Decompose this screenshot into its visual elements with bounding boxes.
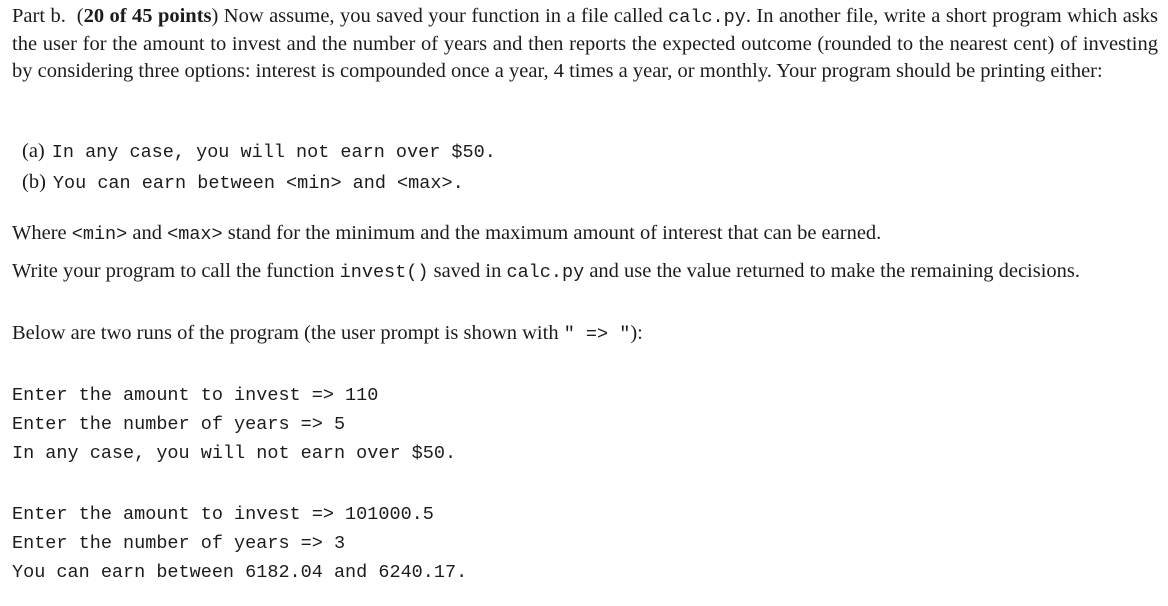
prompt-code: " => ": [563, 324, 631, 345]
where-paragraph: Where <min> and <max> stand for the mini…: [12, 220, 1158, 248]
calc-file-code: calc.py: [668, 7, 746, 28]
option-code: You can earn between <min> and <max>.: [52, 173, 464, 194]
write-text-2: saved in: [428, 260, 507, 282]
where-text-3: stand for the minimum and the maximum am…: [222, 222, 882, 244]
part-label: Part b.: [12, 5, 66, 27]
option-label: (a): [22, 140, 45, 162]
sample-run-1: Enter the amount to invest => 110 Enter …: [12, 381, 456, 468]
min-code: <min>: [71, 224, 128, 245]
write-text-3: and use the value returned to make the r…: [584, 260, 1081, 282]
option-item-b: (b) You can earn between <min> and <max>.: [22, 167, 496, 198]
run-line: Enter the number of years => 5: [12, 414, 346, 435]
option-code: In any case, you will not earn over $50.: [51, 142, 496, 163]
output-options-list: (a) In any case, you will not earn over $…: [22, 136, 496, 198]
run-line: You can earn between 6182.04 and 6240.17…: [12, 562, 468, 583]
write-text-1: Write your program to call the function: [12, 260, 340, 282]
points-open-paren: (: [76, 5, 84, 27]
option-item-a: (a) In any case, you will not earn over $…: [22, 136, 496, 167]
where-text-2: and: [127, 222, 168, 244]
below-text-2: ):: [630, 322, 643, 344]
points-label: 20 of 45 points: [83, 5, 212, 27]
write-paragraph: Write your program to call the function …: [12, 258, 1158, 286]
run-line: In any case, you will not earn over $50.: [12, 443, 457, 464]
intro-text-1: Now assume, you saved your function in a…: [218, 5, 669, 27]
calc-file-code: calc.py: [506, 262, 585, 283]
where-text-1: Where: [12, 222, 72, 244]
run-line: Enter the amount to invest => 110: [12, 385, 379, 406]
option-label: (b): [22, 171, 46, 193]
run-line: Enter the number of years => 3: [12, 533, 346, 554]
below-paragraph: Below are two runs of the program (the u…: [12, 320, 1158, 348]
max-code: <max>: [167, 224, 223, 245]
invest-function-code: invest(): [339, 262, 429, 283]
below-text-1: Below are two runs of the program (the u…: [12, 322, 564, 344]
intro-paragraph: Part b. (20 of 45 points) Now assume, yo…: [12, 3, 1158, 85]
run-line: Enter the amount to invest => 101000.5: [12, 504, 434, 525]
sample-run-2: Enter the amount to invest => 101000.5 E…: [12, 500, 467, 587]
